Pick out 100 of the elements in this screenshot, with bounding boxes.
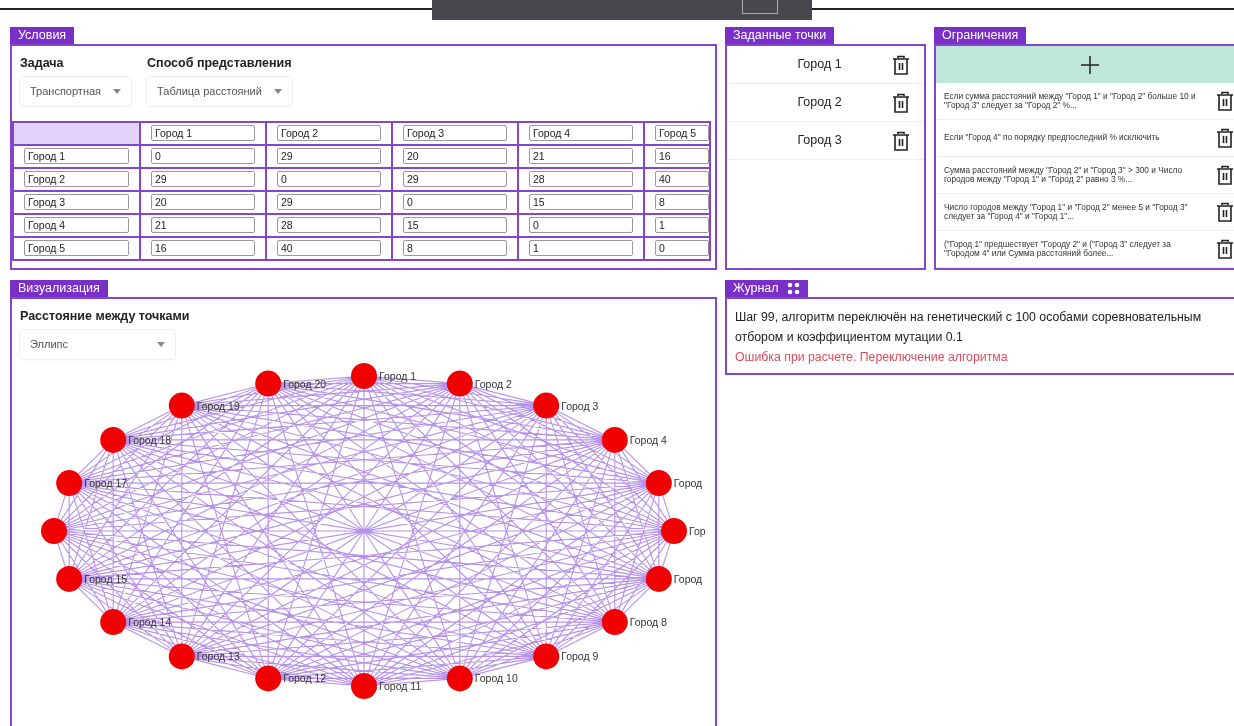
graph-node[interactable] — [601, 426, 628, 453]
caret-icon — [157, 341, 165, 347]
distance-input[interactable]: 40 — [277, 240, 381, 257]
distance-input[interactable]: 20 — [151, 194, 255, 211]
node-label: Город — [673, 572, 703, 585]
node-label: Город 14 — [128, 615, 172, 628]
distance-input[interactable]: 20 — [403, 148, 507, 165]
representation-select[interactable]: Таблица расстояний — [147, 76, 292, 106]
row-name-input[interactable]: Город 1 — [24, 148, 129, 165]
node-label: Город 19 — [196, 399, 240, 412]
node-label: Город 4 — [629, 433, 667, 446]
node-label: Город 8 — [629, 615, 667, 628]
graph-node[interactable] — [168, 643, 195, 670]
graph-node[interactable] — [446, 370, 473, 397]
graph-node[interactable] — [645, 565, 672, 592]
graph-node[interactable] — [168, 392, 195, 419]
distance-input[interactable]: 15 — [403, 217, 507, 234]
distance-input[interactable]: 0 — [277, 171, 381, 188]
constraint-item[interactable]: Сумма расстояний между "Город 2" и "Город 3" > 300 и Число городов между "Город 1" и "Город 2" равно 3 %... — [936, 157, 1234, 194]
panel-title: Визуализация — [18, 281, 100, 296]
graph-node[interactable] — [100, 608, 127, 635]
graph-node[interactable] — [351, 672, 377, 699]
node-label: Город 18 — [128, 433, 172, 446]
constraint-item[interactable]: ("Город 1" предшествует "Городу 2" и ("Город 3" следует за "Городом 4" или Сумма расстояний более... — [936, 231, 1234, 268]
log-message: Шаг 99, алгоритм переключён на генетический с 100 особами соревновательным отбором и коэффициентом мутации 0.1 — [734, 309, 1203, 346]
distance-input[interactable]: 1 — [655, 217, 709, 234]
panel-title: Ограничения — [942, 28, 1019, 43]
node-label: Город 13 — [196, 650, 240, 663]
graph-node[interactable] — [100, 426, 127, 453]
graph-node[interactable] — [661, 517, 687, 544]
row-name-input[interactable]: Город 2 — [24, 171, 129, 188]
caret-icon — [113, 88, 122, 94]
header-input[interactable]: Город 4 — [529, 125, 633, 142]
node-label: Город 3 — [561, 399, 599, 412]
field-label: Способ представления — [147, 55, 292, 72]
distance-input[interactable]: 29 — [403, 171, 507, 188]
graph-node[interactable] — [645, 469, 672, 496]
trash-icon[interactable] — [1216, 165, 1234, 185]
graph-node[interactable] — [446, 665, 473, 692]
graph-node[interactable] — [533, 392, 560, 419]
row-name-input[interactable]: Город 3 — [24, 194, 129, 211]
toolbar-button[interactable] — [742, 0, 778, 14]
distance-input[interactable]: 16 — [655, 148, 709, 165]
trash-icon[interactable] — [1216, 128, 1234, 148]
distance-input[interactable]: 28 — [529, 171, 633, 188]
node-label: Город 9 — [561, 650, 599, 663]
node-label: Город 1 — [379, 369, 417, 382]
row-name-input[interactable]: Город 4 — [24, 217, 129, 234]
distance-input[interactable]: 28 — [277, 217, 381, 234]
point-item[interactable]: Город 3 — [727, 122, 924, 160]
header-input[interactable]: Город 2 — [277, 125, 381, 142]
header-input[interactable]: Город 1 — [151, 125, 255, 142]
layout-select[interactable]: Эллипс — [20, 329, 175, 359]
distance-input[interactable]: 0 — [151, 148, 255, 165]
constraint-item[interactable]: Число городов между "Город 1" и "Город 2" менее 5 и "Город 3" следует за "Город 4" и "Город 1"... — [936, 194, 1234, 231]
distance-input[interactable]: 29 — [277, 148, 381, 165]
trash-icon[interactable] — [1216, 239, 1234, 259]
trash-icon[interactable] — [892, 54, 910, 75]
task-select[interactable]: Транспортная — [20, 76, 132, 106]
trash-icon[interactable] — [1216, 202, 1234, 222]
node-label: Город 11 — [379, 679, 422, 692]
constraint-item[interactable]: Если "Город 4" по порядку предпоследний % исключить — [936, 120, 1234, 157]
distance-input[interactable]: 29 — [151, 171, 255, 188]
graph-node[interactable] — [351, 362, 377, 389]
graph-node[interactable] — [255, 665, 282, 692]
distance-input[interactable]: 0 — [529, 217, 633, 234]
drag-handle-icon[interactable] — [786, 282, 800, 295]
graph-node[interactable] — [533, 643, 560, 670]
graph-node[interactable] — [56, 469, 83, 496]
distance-input[interactable]: 8 — [655, 194, 709, 211]
graph-node[interactable] — [601, 608, 628, 635]
panel-title: Заданные точки — [733, 28, 827, 43]
distance-input[interactable]: 0 — [403, 194, 507, 211]
node-label: Город 17 — [84, 476, 128, 489]
row-name-input[interactable]: Город 5 — [24, 240, 129, 257]
graph-node[interactable] — [255, 370, 282, 397]
distance-input[interactable]: 29 — [277, 194, 381, 211]
distance-input[interactable]: 15 — [529, 194, 633, 211]
distance-input[interactable]: 21 — [529, 148, 633, 165]
plus-icon — [1080, 54, 1100, 75]
distance-input[interactable]: 16 — [151, 240, 255, 257]
field-label: Расстояние между точками — [20, 308, 191, 325]
graph-node[interactable] — [41, 517, 67, 544]
distance-input[interactable]: 40 — [655, 171, 709, 188]
trash-icon[interactable] — [892, 92, 910, 113]
header-input[interactable]: Город 3 — [403, 125, 507, 142]
distance-input[interactable]: 8 — [403, 240, 507, 257]
point-item[interactable]: Город 1 — [727, 46, 924, 84]
distance-input[interactable]: 1 — [529, 240, 633, 257]
constraint-item[interactable]: Если сумма расстояний между "Город 1" и "Город 2" больше 10 и "Город 3" следует за "Город 2" %... — [936, 83, 1234, 120]
trash-icon[interactable] — [892, 130, 910, 151]
node-label: Город 2 — [474, 377, 512, 390]
graph-node[interactable] — [56, 565, 83, 592]
node-label: Город 20 — [283, 377, 327, 390]
trash-icon[interactable] — [1216, 91, 1234, 111]
header-input[interactable]: Город 5 — [655, 125, 709, 142]
distance-input[interactable]: 0 — [655, 240, 709, 257]
node-label: Город 15 — [84, 572, 128, 585]
point-item[interactable]: Город 2 — [727, 84, 924, 122]
distance-input[interactable]: 21 — [151, 217, 255, 234]
